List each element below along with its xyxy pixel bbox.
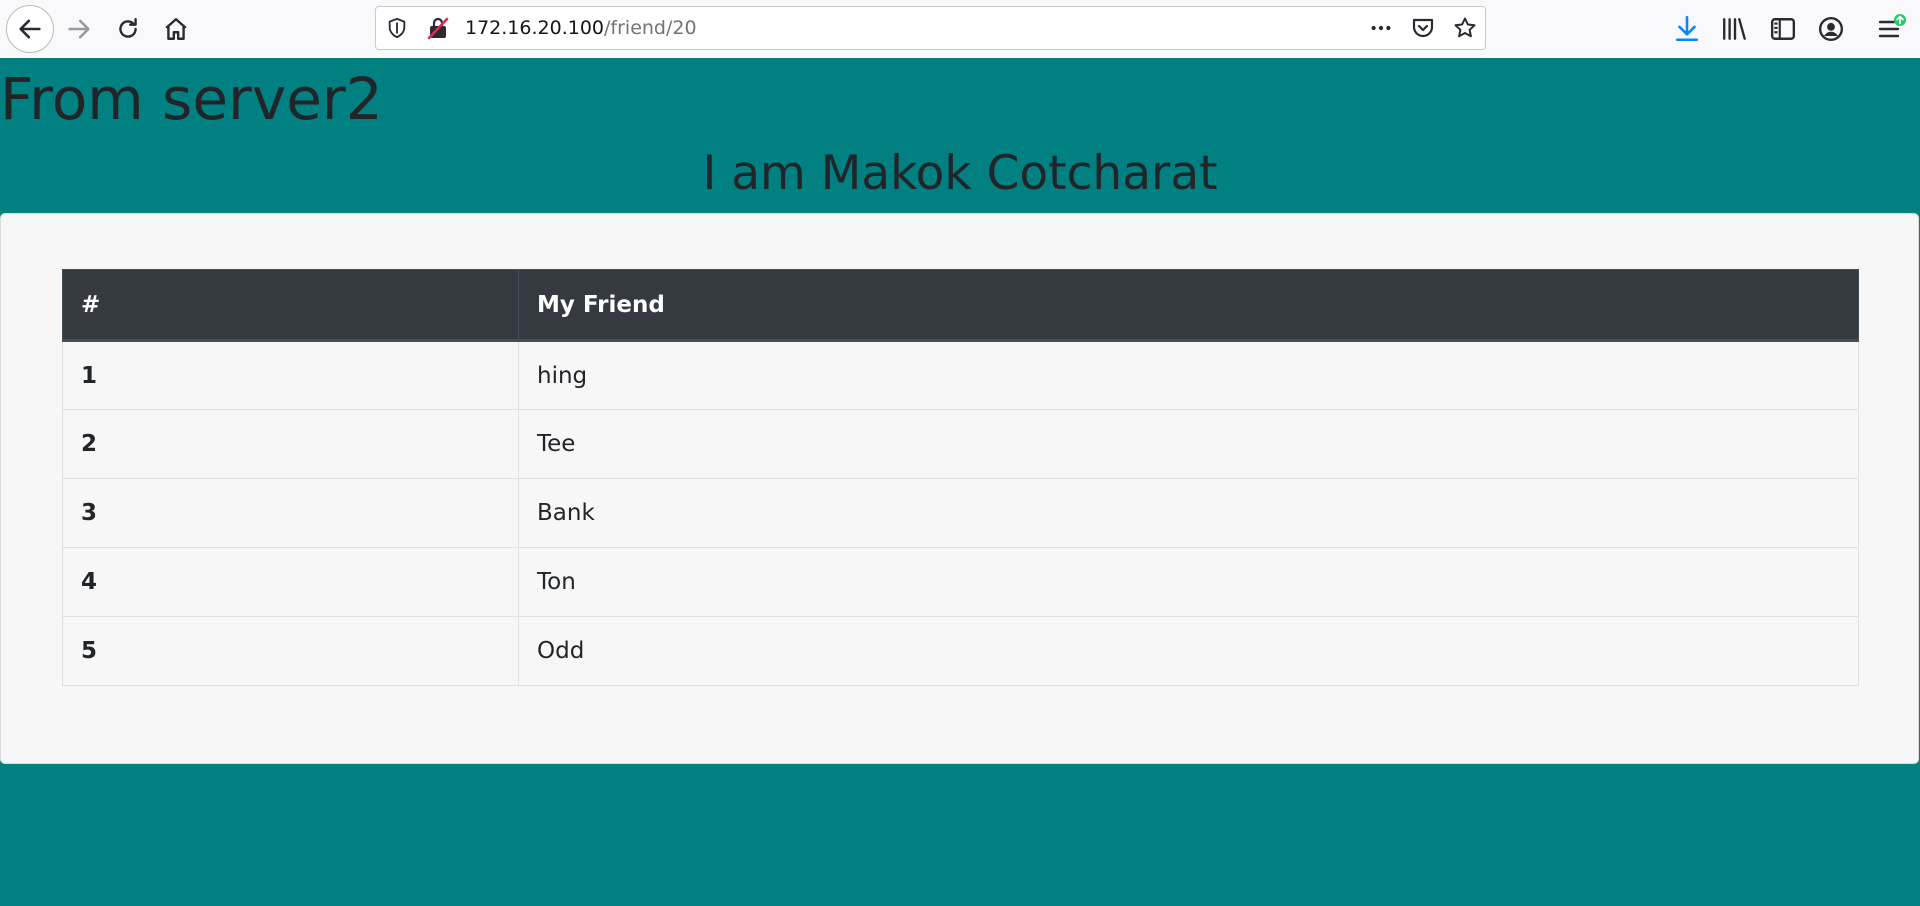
back-arrow-icon: [19, 19, 41, 39]
friends-table: # My Friend 1 hing 2 Tee 3 Bank 4 Ton 5: [62, 269, 1859, 686]
reload-button[interactable]: [106, 7, 150, 51]
row-number: 1: [62, 340, 519, 410]
column-header-my-friend: My Friend: [518, 269, 1859, 342]
forward-arrow-icon: [68, 19, 90, 39]
hamburger-menu-icon: [1878, 14, 1906, 38]
back-button[interactable]: [6, 5, 54, 53]
shield-icon[interactable]: [385, 16, 409, 40]
friend-name: Odd: [518, 616, 1859, 686]
server-heading: From server2: [0, 65, 383, 133]
friend-name: Tee: [518, 409, 1859, 479]
url-path: /friend/20: [604, 17, 697, 39]
library-icon: [1723, 18, 1746, 40]
table-row: 3 Bank: [62, 478, 1859, 548]
insecure-lock-icon[interactable]: [426, 16, 450, 40]
forward-button[interactable]: [57, 7, 101, 51]
pocket-icon[interactable]: [1411, 16, 1435, 40]
name-heading: I am Makok Cotcharat: [702, 146, 1218, 201]
column-header-number: #: [62, 269, 519, 342]
friends-card: # My Friend 1 hing 2 Tee 3 Bank 4 Ton 5: [0, 213, 1919, 764]
friend-name: hing: [518, 340, 1859, 410]
table-header-row: # My Friend: [62, 269, 1859, 342]
address-bar[interactable]: 172.16.20.100/friend/20: [375, 6, 1486, 50]
account-icon: [1818, 16, 1844, 42]
friend-name: Bank: [518, 478, 1859, 548]
table-row: 5 Odd: [62, 616, 1859, 686]
table-row: 1 hing: [62, 340, 1859, 410]
download-icon: [1676, 15, 1698, 42]
home-button[interactable]: [154, 7, 198, 51]
row-number: 5: [62, 616, 519, 686]
table-row: 4 Ton: [62, 547, 1859, 617]
sidebar-button[interactable]: [1761, 7, 1805, 51]
app-menu-button[interactable]: [1869, 7, 1913, 51]
url-host: 172.16.20.100: [465, 17, 605, 39]
reload-icon: [119, 18, 137, 38]
sidebar-icon: [1770, 18, 1796, 40]
more-icon[interactable]: [1369, 16, 1393, 40]
downloads-button[interactable]: [1665, 7, 1709, 51]
star-icon[interactable]: [1453, 16, 1477, 40]
row-number: 3: [62, 478, 519, 548]
row-number: 4: [62, 547, 519, 617]
account-button[interactable]: [1809, 7, 1853, 51]
table-row: 2 Tee: [62, 409, 1859, 479]
friend-name: Ton: [518, 547, 1859, 617]
browser-toolbar: 172.16.20.100/friend/20: [0, 0, 1920, 58]
library-button[interactable]: [1713, 7, 1757, 51]
url-text[interactable]: 172.16.20.100/friend/20: [465, 7, 697, 49]
row-number: 2: [62, 409, 519, 479]
home-icon: [165, 18, 187, 40]
